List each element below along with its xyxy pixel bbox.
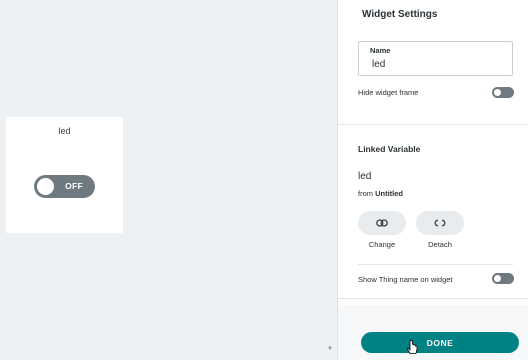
change-variable-button[interactable]: [358, 211, 406, 235]
switch-knob: [37, 178, 54, 195]
link-icon: [376, 219, 388, 227]
hide-frame-label: Hide widget frame: [358, 88, 419, 97]
scroll-down-arrow-icon[interactable]: ▼: [327, 346, 333, 352]
name-field[interactable]: Name: [358, 41, 513, 76]
toggle-knob: [494, 275, 501, 282]
hide-frame-toggle[interactable]: [492, 87, 514, 98]
pointer-cursor-icon: [407, 340, 418, 354]
change-label: Change: [368, 240, 396, 249]
widget-settings-panel: Widget Settings Name Hide widget frame L…: [337, 0, 528, 360]
toggle-knob: [494, 89, 501, 96]
switch-widget-toggle[interactable]: OFF: [34, 175, 95, 198]
detach-label: Detach: [428, 240, 452, 249]
name-input[interactable]: [372, 59, 492, 70]
name-field-label: Name: [370, 46, 391, 55]
thing-name: Untitled: [375, 189, 404, 198]
widget-title: led: [58, 126, 71, 136]
unlink-icon: [434, 219, 446, 227]
detach-variable-button[interactable]: [416, 211, 464, 235]
linked-variable-title: Linked Variable: [358, 144, 421, 154]
done-button[interactable]: DONE: [361, 332, 519, 353]
show-thing-name-toggle[interactable]: [492, 273, 514, 284]
dashboard-canvas: led OFF ▼: [0, 0, 336, 360]
show-thing-name-label: Show Thing name on widget: [358, 275, 453, 284]
row-divider: [358, 264, 513, 265]
linked-variable-name: led: [358, 171, 372, 182]
panel-title: Widget Settings: [362, 9, 438, 20]
section-divider: [338, 124, 528, 125]
linked-variable-source: from Untitled: [358, 189, 403, 198]
section-divider: [338, 298, 528, 299]
switch-state-label: OFF: [65, 181, 83, 191]
from-prefix: from: [358, 189, 373, 198]
